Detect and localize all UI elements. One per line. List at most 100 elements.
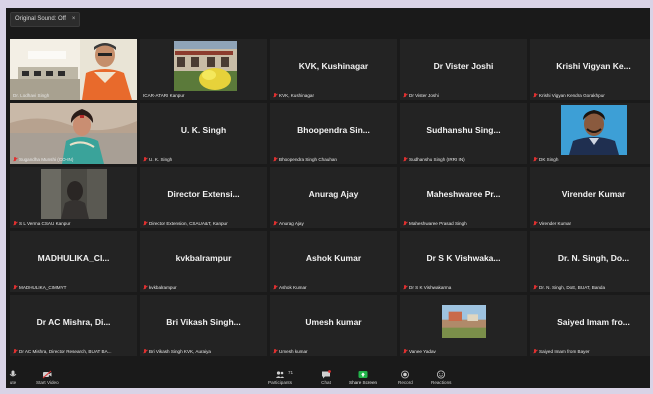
participant-name-caption: Dr AC Mishra, Director Research, BUAT BA… [13, 349, 134, 354]
participant-name-caption: MADHULIKA_CIMMYT [13, 285, 134, 290]
share-screen-button[interactable]: Share Screen [349, 370, 377, 385]
original-sound-toggle[interactable]: Original Sound: Off × [10, 12, 81, 27]
participant-name: U. K. Singh [180, 125, 227, 135]
participant-tile[interactable]: U. K. Singh U. K. Singh [140, 103, 267, 164]
caption-text: Dr S K Vishwakarma [409, 285, 452, 290]
share-screen-label: Share Screen [349, 380, 378, 385]
caption-text: Umesh kumar [279, 349, 308, 354]
participant-name: Maheshwaree Pr... [426, 189, 501, 199]
mic-muted-icon [13, 157, 17, 162]
participant-tile[interactable]: Vanee Yadav [400, 295, 527, 356]
mic-muted-icon [13, 349, 17, 354]
unmute-label: ute [9, 380, 17, 385]
meeting-toolbar: ute Start Video Participants 71 Chat Sha… [6, 368, 650, 388]
participant-name: Virender Kumar [561, 189, 626, 199]
participant-tile[interactable]: Bhoopendra Sin... Bhoopendra Singh Chauh… [270, 103, 397, 164]
original-sound-label: Original Sound: Off [15, 16, 66, 22]
reactions-label: Reactions [431, 380, 452, 385]
caption-text: Director Extension, CSAUA&T, Kanpur [149, 221, 228, 226]
caption-text: Vanee Yadav [409, 349, 436, 354]
record-label: Record [398, 380, 413, 385]
participant-video [40, 169, 107, 219]
participant-name: KVK, Kushinagar [298, 61, 369, 71]
participant-tile[interactable]: Dr AC Mishra, Di... Dr AC Mishra, Direct… [10, 295, 137, 356]
participant-name-caption: kvkbalrampur [143, 285, 264, 290]
start-video-button[interactable]: Start Video [36, 370, 59, 385]
mic-muted-icon [273, 221, 277, 226]
participant-video [10, 103, 137, 164]
participant-name-caption: Sudhanshu Singh (IRRI IN) [403, 157, 524, 162]
mic-muted-icon [533, 93, 537, 98]
participant-tile[interactable]: KVK, Kushinagar KVK, Kushinagar [270, 39, 397, 100]
participant-name-caption: ICAR-ATARI Kanpur [143, 93, 264, 98]
caption-text: ICAR-ATARI Kanpur [143, 93, 185, 98]
close-icon[interactable]: × [72, 16, 76, 22]
share-screen-icon [358, 371, 368, 378]
top-bar: Original Sound: Off × [6, 8, 650, 30]
caption-text: Dr. Lodhavi Singh [13, 93, 50, 98]
participant-tile[interactable]: MADHULIKA_CI... MADHULIKA_CIMMYT [10, 231, 137, 292]
participant-name: Director Extensi... [167, 189, 240, 199]
participant-tile[interactable]: Krishi Vigyan Ke... Krishi Vigyan Kendra… [530, 39, 650, 100]
participant-name-caption: Anurag Ajay [273, 221, 394, 226]
participant-name-caption: Dr. N. Singh, DoE, BUAT, Banda [533, 285, 650, 290]
participant-tile[interactable]: S L Verma CSAU Kanpur [10, 167, 137, 228]
participant-name: Bri Vikash Singh... [166, 317, 241, 327]
caption-text: Saiyed Imam from Bayer [539, 349, 590, 354]
caption-text: Virender Kumar [539, 221, 572, 226]
participant-tile[interactable]: Maheshwaree Pr... Maheshwaree Prasad Sin… [400, 167, 527, 228]
participant-tile[interactable]: Dr Vister Joshi Dr Vister Joshi [400, 39, 527, 100]
caption-text: S L Verma CSAU Kanpur [19, 221, 71, 226]
participant-name: MADHULIKA_CI... [37, 253, 110, 263]
mic-muted-icon [403, 157, 407, 162]
record-button[interactable]: Record [398, 370, 413, 385]
participant-tile[interactable]: Sugandha Munshi (CO-IN) [10, 103, 137, 164]
caption-text: Bri Vikash Singh KVK, Auraiya [149, 349, 211, 354]
participant-tile[interactable]: Director Extensi... Director Extension, … [140, 167, 267, 228]
chat-button[interactable]: Chat [321, 370, 331, 385]
participant-tile[interactable]: Bri Vikash Singh... Bri Vikash Singh KVK… [140, 295, 267, 356]
participant-name: Anurag Ajay [308, 189, 359, 199]
participant-tile[interactable]: kvkbalrampur kvkbalrampur [140, 231, 267, 292]
participant-name-caption: Umesh kumar [273, 349, 394, 354]
participant-tile[interactable]: Umesh kumar Umesh kumar [270, 295, 397, 356]
reactions-icon [437, 370, 446, 379]
participant-name: Umesh kumar [305, 317, 362, 327]
mic-muted-icon [273, 349, 277, 354]
participant-tile[interactable]: Anurag Ajay Anurag Ajay [270, 167, 397, 228]
participant-tile[interactable]: DK Singh [530, 103, 650, 164]
participant-name: Krishi Vigyan Ke... [556, 61, 631, 71]
caption-text: KVK, Kushinagar [279, 93, 314, 98]
participant-video [441, 305, 486, 339]
participant-name-caption: Vanee Yadav [403, 349, 524, 354]
participant-tile[interactable]: ICAR-ATARI Kanpur [140, 39, 267, 100]
participant-video [10, 39, 137, 100]
participant-tile[interactable]: Dr. Lodhavi Singh [10, 39, 137, 100]
participant-name: Dr. N. Singh, Do... [557, 253, 630, 263]
participant-tile[interactable]: Dr. N. Singh, Do... Dr. N. Singh, DoE, B… [530, 231, 650, 292]
mic-muted-icon [533, 285, 537, 290]
participant-name-caption: Dr Vister Joshi [403, 93, 524, 98]
record-icon [401, 370, 410, 379]
participant-tile[interactable]: Virender Kumar Virender Kumar [530, 167, 650, 228]
participant-tile[interactable]: Sudhanshu Sing... Sudhanshu Singh (IRRI … [400, 103, 527, 164]
reactions-button[interactable]: Reactions [431, 370, 451, 385]
mic-muted-icon [533, 349, 537, 354]
participant-tile[interactable]: Ashok Kumar Ashok Kumar [270, 231, 397, 292]
mic-muted-icon [403, 349, 407, 354]
participant-name-caption: Sugandha Munshi (CO-IN) [13, 157, 134, 162]
participant-name: Dr AC Mishra, Di... [36, 317, 111, 327]
participant-name: Saiyed Imam fro... [557, 317, 630, 327]
mic-muted-icon [13, 221, 17, 226]
participant-tile[interactable]: Dr S K Vishwaka... Dr S K Vishwakarma [400, 231, 527, 292]
participant-name-caption: Ashok Kumar [273, 285, 394, 290]
unmute-button[interactable]: ute [8, 370, 18, 385]
participant-name: Ashok Kumar [305, 253, 362, 263]
participant-tile[interactable]: Saiyed Imam fro... Saiyed Imam from Baye… [530, 295, 650, 356]
caption-text: Ashok Kumar [279, 285, 307, 290]
participant-name: Bhoopendra Sin... [297, 125, 370, 135]
participant-name-caption: S L Verma CSAU Kanpur [13, 221, 134, 226]
gallery-grid: Dr. Lodhavi Singh ICAR-ATARI Kanpur KVK,… [10, 39, 650, 356]
participant-name-caption: Bri Vikash Singh KVK, Auraiya [143, 349, 264, 354]
caption-text: Krishi Vigyan Kendra Gorakhpur [539, 93, 605, 98]
